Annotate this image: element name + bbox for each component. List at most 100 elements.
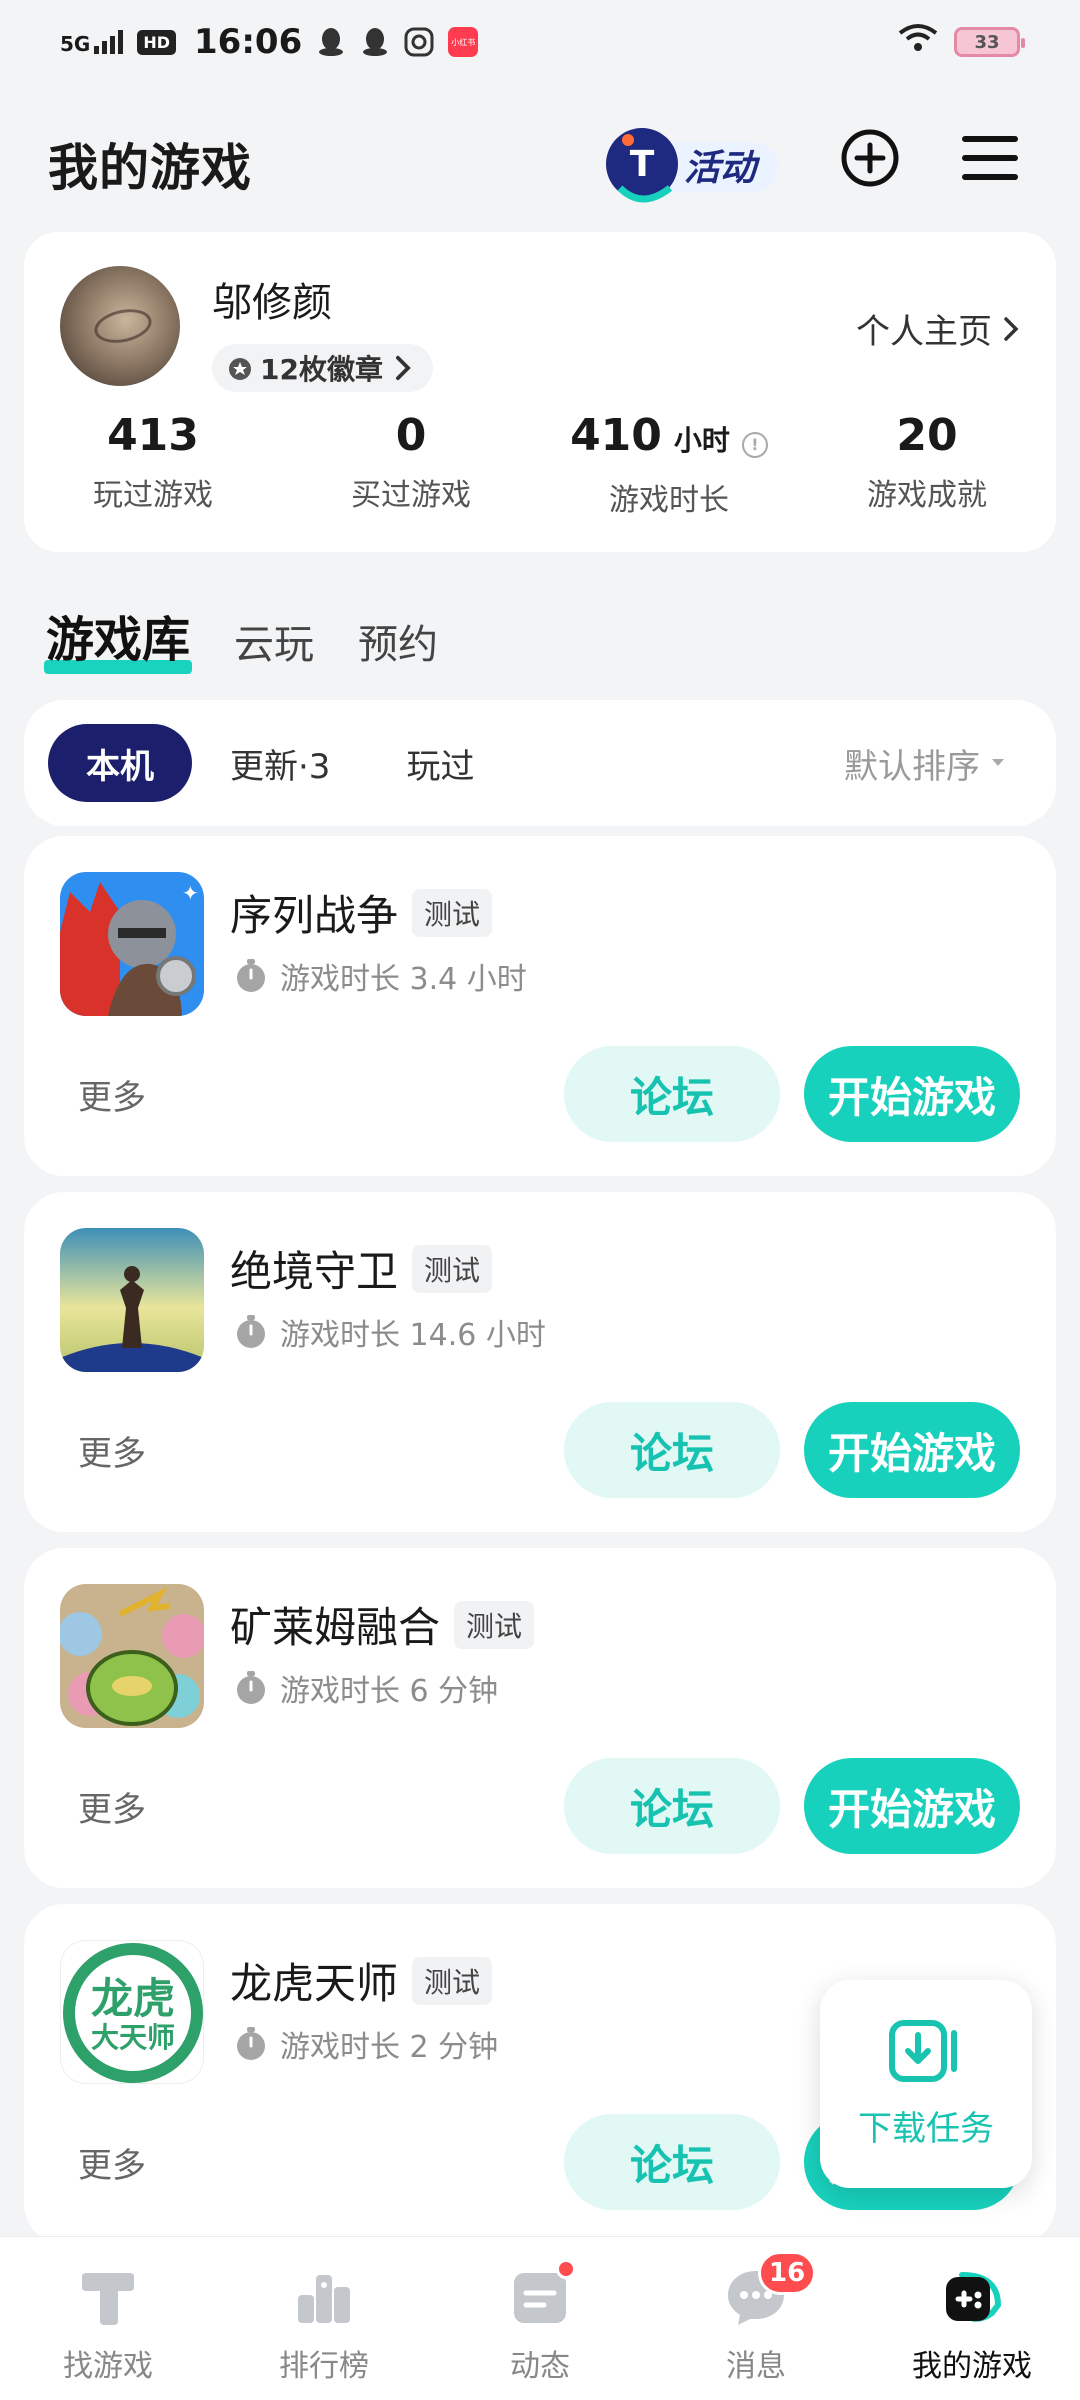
menu-button[interactable] (958, 126, 1022, 190)
stopwatch-icon (237, 959, 265, 992)
stat-label: 游戏时长 (609, 483, 729, 518)
filter-chip-updates[interactable]: 更新·3 (192, 724, 368, 802)
tab-cloud-play[interactable]: 云玩 (234, 612, 314, 670)
game-icon-last-guard[interactable] (60, 1228, 204, 1372)
clock: 16:06 (194, 22, 303, 62)
hamburger-menu-icon (962, 136, 1018, 180)
more-button[interactable]: 更多 (78, 1070, 146, 1119)
filter-bar: 本机 更新·3 玩过 默认排序 (24, 700, 1056, 826)
start-game-button[interactable]: 开始游戏 (804, 1046, 1020, 1142)
nav-ranking[interactable]: 排行榜 (216, 2237, 432, 2400)
medal-icon (229, 358, 251, 380)
xiaohongshu-icon: 小红书 (448, 27, 479, 57)
unread-badge: 16 (758, 2251, 817, 2295)
wifi-icon (898, 22, 938, 62)
stat-value: 413 (107, 410, 199, 461)
stopwatch-icon (237, 1315, 265, 1348)
game-icon-sequence-war[interactable]: ✦ (60, 872, 204, 1016)
game-name: 绝境守卫 (230, 1247, 399, 1296)
qq-icon (316, 27, 346, 57)
sort-dropdown[interactable]: 默认排序 (844, 739, 1032, 788)
find-game-icon (82, 2273, 134, 2325)
nav-feed[interactable]: 动态 (432, 2237, 648, 2400)
nav-my-games[interactable]: 我的游戏 (864, 2237, 1080, 2400)
start-game-button[interactable]: 开始游戏 (804, 1402, 1020, 1498)
svg-text:✦: ✦ (182, 881, 199, 905)
playtime-text: 游戏时长 2 分钟 (280, 2030, 499, 2065)
game-title: 矿莱姆融合 测试 (230, 1594, 535, 1655)
bottom-nav: 找游戏 排行榜 动态 16 消息 我的游戏 (0, 2236, 1080, 2400)
info-icon[interactable]: ! (741, 432, 768, 458)
forum-button[interactable]: 论坛 (564, 2114, 780, 2210)
forum-button[interactable]: 论坛 (564, 1402, 780, 1498)
nav-messages[interactable]: 16 消息 (648, 2237, 864, 2400)
icon-text: 龙虎 (91, 1974, 175, 2023)
stopwatch-icon (237, 1671, 265, 1704)
caret-down-icon (992, 759, 1004, 766)
nav-find-game[interactable]: 找游戏 (0, 2237, 216, 2400)
profile-homepage-link[interactable]: 个人主页 (856, 304, 1020, 353)
stat-play-time[interactable]: 410 小时 ! 游戏时长 (540, 408, 798, 519)
app-header: 我的游戏 T 活动 (0, 100, 1080, 220)
avatar[interactable] (60, 266, 180, 386)
stopwatch-icon (237, 2027, 265, 2060)
stat-value: 0 (395, 410, 427, 461)
more-button[interactable]: 更多 (78, 2138, 146, 2187)
game-title: 绝境守卫 测试 (230, 1238, 493, 1299)
homepage-label: 个人主页 (856, 312, 992, 352)
forum-button[interactable]: 论坛 (564, 1046, 780, 1142)
stat-value: 410 (570, 410, 662, 461)
signal-icon: 5G (60, 30, 124, 56)
ranking-icon (298, 2275, 350, 2323)
game-playtime: 游戏时长 3.4 小时 (234, 954, 527, 998)
game-playtime: 游戏时长 14.6 小时 (234, 1310, 546, 1354)
filter-chip-local[interactable]: 本机 (48, 724, 192, 802)
stat-played-games[interactable]: 413 玩过游戏 (24, 408, 282, 519)
game-card: 矿莱姆融合 测试 游戏时长 6 分钟 更多 论坛 开始游戏 (24, 1548, 1056, 1888)
nav-label: 消息 (726, 2349, 786, 2384)
stat-achievements[interactable]: 20 游戏成就 (798, 408, 1056, 519)
start-game-button[interactable]: 开始游戏 (804, 1758, 1020, 1854)
section-tabs: 游戏库 云玩 预约 (43, 590, 438, 674)
more-button[interactable]: 更多 (78, 1782, 146, 1831)
nav-label: 找游戏 (63, 2349, 153, 2384)
playtime-text: 游戏时长 14.6 小时 (280, 1318, 546, 1353)
game-card: ✦ 序列战争 测试 游戏时长 3.4 小时 更多 论坛 开始游戏 (24, 836, 1056, 1176)
chevron-right-icon (395, 355, 411, 381)
chevron-right-icon (1004, 316, 1019, 341)
stat-value: 20 (896, 410, 958, 461)
test-tag: 测试 (454, 1600, 535, 1649)
my-games-icon (946, 2272, 1002, 2322)
download-tasks-label: 下载任务 (858, 2108, 994, 2149)
app-notification-icon (404, 27, 434, 57)
forum-button[interactable]: 论坛 (564, 1758, 780, 1854)
stat-bought-games[interactable]: 0 买过游戏 (282, 408, 540, 519)
game-name: 矿莱姆融合 (230, 1603, 441, 1652)
activity-label: 活动 (684, 148, 761, 189)
stat-label: 玩过游戏 (93, 478, 213, 513)
icon-text: 大天师 (91, 2021, 175, 2054)
game-icon-slime-merge[interactable] (60, 1584, 204, 1728)
download-tasks-button[interactable]: 下载任务 (820, 1980, 1032, 2188)
playtime-text: 游戏时长 6 分钟 (280, 1674, 499, 1709)
filter-chip-played[interactable]: 玩过 (368, 724, 512, 802)
more-button[interactable]: 更多 (78, 1426, 146, 1475)
tab-game-library[interactable]: 游戏库 (43, 600, 193, 674)
game-card: 绝境守卫 测试 游戏时长 14.6 小时 更多 论坛 开始游戏 (24, 1192, 1056, 1532)
game-title: 序列战争 测试 (230, 882, 493, 943)
battery-icon: 33 (954, 27, 1025, 57)
page-title: 我的游戏 (48, 139, 252, 197)
badge-count-chip[interactable]: 12枚徽章 (212, 344, 433, 392)
network-type: 5G (60, 32, 91, 56)
game-playtime: 游戏时长 2 分钟 (234, 2022, 498, 2066)
game-icon-longhu-tianshi[interactable]: 龙虎 大天师 (60, 1940, 204, 2084)
nav-label: 我的游戏 (912, 2349, 1032, 2384)
notification-dot (556, 2259, 576, 2279)
stat-unit: 小时 (673, 424, 730, 457)
game-name: 龙虎天师 (230, 1959, 399, 2008)
tab-reservations[interactable]: 预约 (358, 612, 438, 670)
add-button[interactable] (838, 126, 902, 190)
game-title: 龙虎天师 测试 (230, 1950, 493, 2011)
profile-card: 邬修颜 12枚徽章 个人主页 413 玩过游戏 0 买过游戏 410 小时 ! … (24, 232, 1056, 552)
activity-button[interactable]: T 活动 (600, 114, 790, 210)
